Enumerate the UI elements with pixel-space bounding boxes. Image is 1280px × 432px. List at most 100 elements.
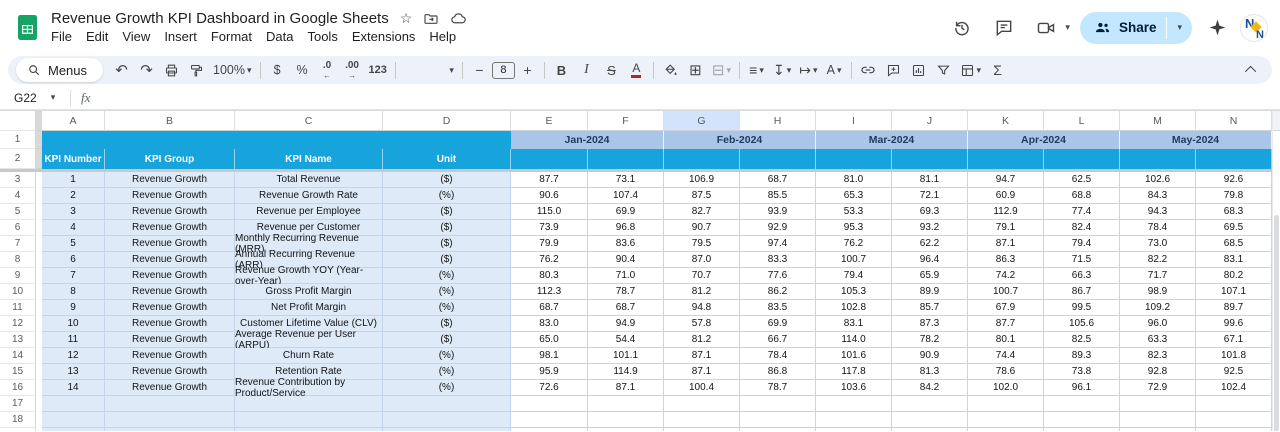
cell-M3[interactable]: 102.6 [1120,172,1196,188]
cell-F16[interactable]: 87.1 [588,380,664,396]
row-header-8[interactable]: 8 [0,252,36,268]
cell-C16[interactable]: Revenue Contribution by Product/Service [235,377,383,399]
cell-M5[interactable]: 94.3 [1120,204,1196,220]
cell-J8[interactable]: 96.4 [892,252,968,268]
row-header-17[interactable]: 17 [0,396,36,412]
text-rotation-button[interactable]: A ▾ [822,58,847,82]
cell-F17[interactable] [588,396,664,412]
cell-C4[interactable]: Revenue Growth Rate [235,188,383,204]
cell-I8[interactable]: 100.7 [816,252,892,268]
cell-N17[interactable] [1196,396,1272,412]
month-header-cell-I1[interactable]: Mar-2024 [816,131,968,149]
cell-E10[interactable]: 112.3 [511,284,588,300]
cell-E16[interactable]: 72.6 [511,380,588,396]
cell-A1[interactable] [42,131,511,149]
cell-M17[interactable] [1120,396,1196,412]
cell-G3[interactable]: 106.9 [664,172,740,188]
cell-E3[interactable]: 87.7 [511,172,588,188]
cell-H3[interactable]: 68.7 [740,172,816,188]
cell-B7[interactable]: Revenue Growth [105,236,235,252]
cell-F18[interactable] [588,412,664,428]
cell-E6[interactable]: 73.9 [511,220,588,236]
cell-L4[interactable]: 68.8 [1044,188,1120,204]
cell-F3[interactable]: 73.1 [588,172,664,188]
cell-E15[interactable]: 95.9 [511,364,588,380]
join-call-caret-icon[interactable]: ▾ [1065,23,1070,32]
column-header-I[interactable]: I [816,111,892,131]
account-avatar[interactable]: NN [1240,13,1268,42]
cell-J3[interactable]: 81.1 [892,172,968,188]
cell-L7[interactable]: 79.4 [1044,236,1120,252]
decrease-font-size-button[interactable]: − [467,58,492,82]
cell-I12[interactable]: 83.1 [816,316,892,332]
cell-N6[interactable]: 69.5 [1196,220,1272,236]
cell-H11[interactable]: 83.5 [740,300,816,316]
cell-J11[interactable]: 85.7 [892,300,968,316]
cell-G7[interactable]: 79.5 [664,236,740,252]
scrollbar-thumb[interactable] [1274,215,1279,431]
cell-L10[interactable]: 86.7 [1044,284,1120,300]
cell-K2[interactable] [968,149,1044,169]
cell-B16[interactable]: Revenue Growth [105,380,235,396]
join-call-icon[interactable] [1027,9,1065,47]
column-header-L[interactable]: L [1044,111,1120,131]
cell-I18[interactable] [816,412,892,428]
row-header-15[interactable]: 15 [0,364,36,380]
cell-G10[interactable]: 81.2 [664,284,740,300]
font-family-select[interactable]: ▾ [400,58,458,82]
month-header-cell-M1[interactable]: May-2024 [1120,131,1272,149]
cell-I15[interactable]: 117.8 [816,364,892,380]
search-menus-button[interactable]: Menus [16,58,104,82]
cell-B6[interactable]: Revenue Growth [105,220,235,236]
row-header-14[interactable]: 14 [0,348,36,364]
cell-M15[interactable]: 92.8 [1120,364,1196,380]
cell-M16[interactable]: 72.9 [1120,380,1196,396]
text-wrap-button[interactable]: ↦ ▾ [795,58,821,82]
cell-C13[interactable]: Average Revenue per User (ARPU) [235,329,383,351]
gemini-sparkle-icon[interactable] [1202,9,1232,47]
cell-K13[interactable]: 80.1 [968,332,1044,348]
cell-N3[interactable]: 92.6 [1196,172,1272,188]
cell-F7[interactable]: 83.6 [588,236,664,252]
insert-chart-button[interactable] [906,58,931,82]
column-header-N[interactable]: N [1196,111,1272,131]
cell-I16[interactable]: 103.6 [816,380,892,396]
cell-B13[interactable]: Revenue Growth [105,332,235,348]
cloud-saved-icon[interactable] [450,10,467,27]
cell-G14[interactable]: 87.1 [664,348,740,364]
share-caret-icon[interactable]: ▾ [1167,23,1192,32]
cell-H5[interactable]: 93.9 [740,204,816,220]
print-button[interactable] [159,58,184,82]
cell-A17[interactable] [42,396,105,412]
cell-C14[interactable]: Churn Rate [235,348,383,364]
format-percent-button[interactable]: % [290,58,315,82]
cell-J7[interactable]: 62.2 [892,236,968,252]
row-header-18[interactable]: 18 [0,412,36,428]
row-header-16[interactable]: 16 [0,380,36,396]
row-header-6[interactable]: 6 [0,220,36,236]
cell-B5[interactable]: Revenue Growth [105,204,235,220]
cell-E13[interactable]: 65.0 [511,332,588,348]
cell-F4[interactable]: 107.4 [588,188,664,204]
create-filter-button[interactable] [931,58,956,82]
cell-L13[interactable]: 82.5 [1044,332,1120,348]
cell-J10[interactable]: 89.9 [892,284,968,300]
cell-E19[interactable] [511,428,588,431]
row-header-9[interactable]: 9 [0,268,36,284]
cell-N2[interactable] [1196,149,1272,169]
cell-A5[interactable]: 3 [42,204,105,220]
column-header-D[interactable]: D [383,111,511,131]
cell-L2[interactable] [1044,149,1120,169]
cell-H12[interactable]: 69.9 [740,316,816,332]
share-button[interactable]: Share ▾ [1079,11,1192,44]
row-header-7[interactable]: 7 [0,236,36,252]
italic-button[interactable]: I [574,58,599,82]
cell-A18[interactable] [42,412,105,428]
cell-E8[interactable]: 76.2 [511,252,588,268]
borders-button[interactable]: ⊞ [683,58,708,82]
cell-D11[interactable]: (%) [383,300,511,316]
cell-L18[interactable] [1044,412,1120,428]
strikethrough-button[interactable]: S [599,58,624,82]
cell-K6[interactable]: 79.1 [968,220,1044,236]
increase-font-size-button[interactable]: + [515,58,540,82]
